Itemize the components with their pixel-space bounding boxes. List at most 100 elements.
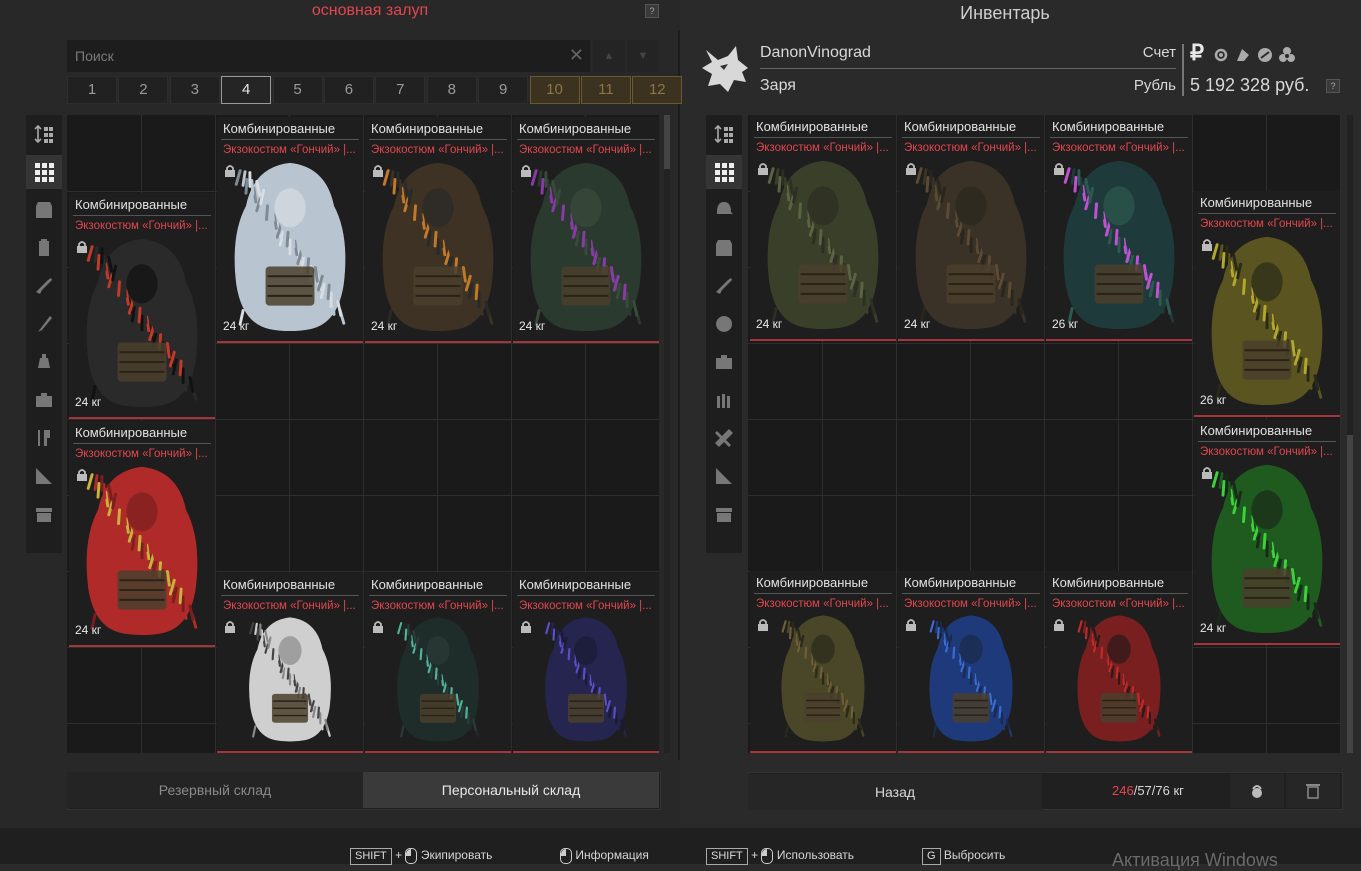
search-field[interactable]: Поиск ✕ <box>67 40 590 72</box>
trash-button[interactable] <box>1286 774 1340 808</box>
item-card[interactable]: Комбинированные Экзокостюм «Гончий» |... 2… <box>898 115 1044 341</box>
sort-icon[interactable] <box>26 117 62 151</box>
blueprint-icon[interactable] <box>706 459 742 493</box>
gear-currency-icon[interactable] <box>1212 46 1230 64</box>
item-title-divider <box>517 139 655 140</box>
item-card[interactable]: Комбинированные Экзокостюм «Гончий» |... 2… <box>69 193 215 419</box>
item-card[interactable]: Комбинированные Экзокостюм «Гончий» |... <box>365 573 511 753</box>
tab-personal-storage[interactable]: Персональный склад <box>363 772 659 808</box>
tab-reserve-storage[interactable]: Резервный склад <box>67 772 363 808</box>
item-subtitle: Экзокостюм «Гончий» |... <box>519 600 652 612</box>
item-subtitle: Экзокостюм «Гончий» |... <box>904 598 1037 610</box>
item-weight: 24 кг <box>519 319 546 333</box>
item-title: Комбинированные <box>756 575 869 590</box>
hint-use: SHIFT + Использовать <box>706 846 854 865</box>
item-card[interactable]: Комбинированные Экзокостюм «Гончий» |... <box>1046 571 1192 753</box>
ghillie-suit-image <box>523 613 649 748</box>
help-icon[interactable]: ? <box>645 4 659 18</box>
clear-search-icon[interactable]: ✕ <box>569 45 584 66</box>
item-weight: 24 кг <box>904 317 931 331</box>
item-card-underline <box>513 341 659 343</box>
right-scrollbar[interactable] <box>1347 115 1353 753</box>
food-icon[interactable] <box>26 421 62 455</box>
item-subtitle: Экзокостюм «Гончий» |... <box>756 598 889 610</box>
helmet-icon[interactable] <box>706 193 742 227</box>
left-mouse-icon <box>761 847 774 864</box>
help-icon[interactable]: ? <box>1326 79 1340 93</box>
knife-icon[interactable] <box>26 307 62 341</box>
item-card[interactable]: Комбинированные Экзокостюм «Гончий» |... 2… <box>1046 115 1192 341</box>
item-title: Комбинированные <box>1200 423 1313 438</box>
item-title: Комбинированные <box>1052 575 1165 590</box>
grid-line <box>1340 115 1341 753</box>
rifle-icon[interactable] <box>26 269 62 303</box>
blueprint-icon[interactable] <box>26 459 62 493</box>
item-card[interactable]: Комбинированные Экзокостюм «Гончий» |... <box>898 571 1044 753</box>
page-9[interactable]: 9 <box>478 76 529 104</box>
item-card[interactable]: Комбинированные Экзокостюм «Гончий» |... 2… <box>750 115 896 341</box>
tools-icon[interactable] <box>706 421 742 455</box>
item-card[interactable]: Комбинированные Экзокостюм «Гончий» |... 2… <box>365 117 511 343</box>
item-card-underline <box>1194 643 1340 645</box>
page-6[interactable]: 6 <box>323 76 374 104</box>
grid-line <box>896 115 897 753</box>
item-title-divider <box>1198 213 1336 214</box>
rifle-icon[interactable] <box>706 269 742 303</box>
search-input[interactable]: Поиск <box>75 48 114 64</box>
medkit-icon[interactable] <box>26 383 62 417</box>
medkit-icon[interactable] <box>706 345 742 379</box>
left-scrollbar[interactable] <box>664 115 670 753</box>
header-divider <box>760 68 1176 69</box>
page-5[interactable]: 5 <box>272 76 323 104</box>
box-icon[interactable] <box>26 497 62 531</box>
page-8[interactable]: 8 <box>426 76 477 104</box>
hint-info: Информация <box>560 846 649 864</box>
page-7[interactable]: 7 <box>375 76 426 104</box>
item-card[interactable]: Комбинированные Экзокостюм «Гончий» |... <box>750 571 896 753</box>
ghillie-suit-image <box>375 157 501 338</box>
item-title-divider <box>73 215 211 216</box>
item-card[interactable]: Комбинированные Экзокостюм «Гончий» |... <box>513 573 659 753</box>
item-card[interactable]: Комбинированные Экзокостюм «Гончий» |... 2… <box>1194 191 1340 417</box>
biohazard-currency-icon[interactable] <box>1278 46 1296 64</box>
grid-all-icon[interactable] <box>706 155 742 189</box>
page-3[interactable]: 3 <box>169 76 220 104</box>
artifact-icon[interactable] <box>706 307 742 341</box>
page-1[interactable]: 1 <box>67 76 117 104</box>
item-card-underline <box>750 339 896 341</box>
back-button[interactable]: Назад <box>748 774 1042 810</box>
scroll-up-button[interactable]: ▲ <box>593 40 625 72</box>
right-scroll-thumb[interactable] <box>1347 435 1353 753</box>
item-card[interactable]: Комбинированные Экзокостюм «Гончий» |... <box>217 573 363 753</box>
grenade-icon[interactable] <box>26 345 62 379</box>
coin-currency-icon[interactable] <box>1256 46 1274 64</box>
page-tabs: 1 2 3 4 5 6 7 8 9 10 11 12 <box>67 76 684 104</box>
item-card[interactable]: Комбинированные Экзокостюм «Гончий» |... 2… <box>217 117 363 343</box>
armor-icon[interactable] <box>26 193 62 227</box>
item-subtitle: Экзокостюм «Гончий» |... <box>1200 446 1333 458</box>
grid-all-icon[interactable] <box>26 155 62 189</box>
item-title-divider <box>221 139 359 140</box>
page-10[interactable]: 10 <box>529 76 580 104</box>
left-scroll-thumb[interactable] <box>664 115 670 169</box>
leaf-currency-icon[interactable] <box>1234 46 1252 64</box>
item-card[interactable]: Комбинированные Экзокостюм «Гончий» |... 2… <box>513 117 659 343</box>
scroll-down-button[interactable]: ▼ <box>627 40 659 72</box>
ammo-icon[interactable] <box>706 383 742 417</box>
page-4[interactable]: 4 <box>221 76 272 104</box>
item-card[interactable]: Комбинированные Экзокостюм «Гончий» |... 2… <box>69 421 215 647</box>
ghillie-suit-image <box>227 613 353 748</box>
box-icon[interactable] <box>706 497 742 531</box>
plus-sign: + <box>751 848 759 862</box>
backpack-icon[interactable] <box>26 231 62 265</box>
currency-icons <box>1212 46 1302 64</box>
page-2[interactable]: 2 <box>118 76 169 104</box>
page-11[interactable]: 11 <box>580 76 631 104</box>
armor-icon[interactable] <box>706 231 742 265</box>
weight-button[interactable] <box>1230 774 1284 808</box>
ruble-icon[interactable]: ₽ <box>1190 40 1204 66</box>
item-card[interactable]: Комбинированные Экзокостюм «Гончий» |... 2… <box>1194 419 1340 645</box>
sort-icon[interactable] <box>706 117 742 151</box>
page-12[interactable]: 12 <box>632 76 683 104</box>
item-card-underline <box>217 751 363 753</box>
